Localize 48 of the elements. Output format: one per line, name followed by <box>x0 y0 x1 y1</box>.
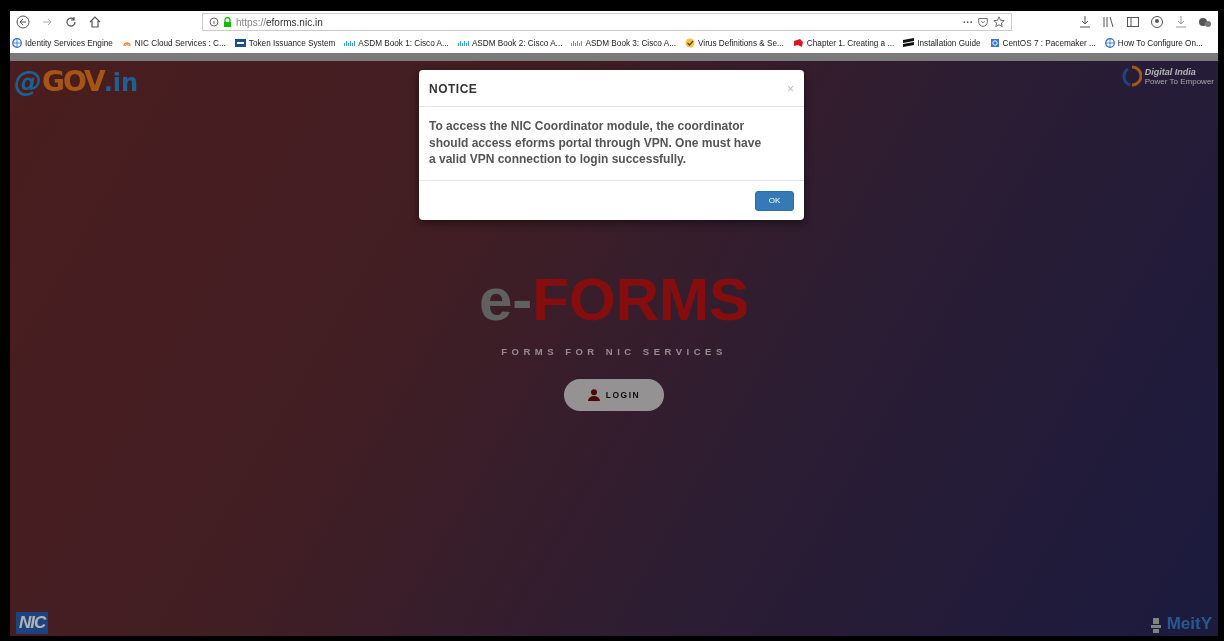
globe-icon <box>1104 38 1115 48</box>
extension-icon[interactable] <box>1198 15 1212 29</box>
bookmark-item[interactable]: Chapter 1. Creating a ... <box>792 38 895 48</box>
bookmark-item[interactable]: Identity Services Engine <box>12 38 113 48</box>
bookmark-item[interactable]: ASDM Book 1: Cisco A... <box>344 38 449 48</box>
reload-icon[interactable] <box>64 15 78 29</box>
digital-india-tagline: Power To Empower <box>1144 76 1214 86</box>
card-icon <box>234 38 246 48</box>
signal-bars-icon <box>571 38 583 48</box>
address-bar[interactable]: https://eforms.nic.in ··· <box>202 13 1012 31</box>
library-icon[interactable] <box>1102 15 1116 29</box>
stack-icon <box>903 38 915 48</box>
bookmark-item[interactable]: NIC Cloud Services : C... <box>121 38 226 48</box>
bookmark-item[interactable]: Token Issuance System <box>234 38 336 48</box>
digital-india-logo-icon <box>1121 65 1142 87</box>
pocket-icon[interactable] <box>977 16 989 28</box>
notice-message: To access the NIC Coordinator module, the coordinator should access eforms portal through VPN. One must have a valid VPN connection to login successfully. <box>419 107 804 181</box>
padlock-icon <box>223 17 232 27</box>
check-icon <box>685 38 695 48</box>
bookmark-item[interactable]: ASDM Book 2: Cisco A... <box>457 38 563 48</box>
subtitle: FORMS FOR NIC SERVICES <box>501 346 727 357</box>
signal-bars-icon <box>457 38 469 48</box>
back-icon[interactable] <box>16 15 30 29</box>
globe-icon <box>12 38 22 48</box>
document-icon <box>989 38 1000 48</box>
dialog-title: NOTICE <box>429 82 478 96</box>
nic-logo: NIC <box>16 612 49 634</box>
star-icon[interactable] <box>993 16 1005 28</box>
eforms-title: e-FORMS <box>479 270 749 330</box>
login-button[interactable]: LOGIN <box>564 379 664 411</box>
account-icon[interactable] <box>1150 15 1164 29</box>
bookmark-item[interactable]: CentOS 7 : Pacemaker ... <box>989 38 1096 48</box>
meity-logo: MeitY <box>1166 614 1212 634</box>
site-logo: @GOV.in <box>14 65 139 98</box>
sidebar-icon[interactable] <box>1126 15 1140 29</box>
bookmark-item[interactable]: Virus Definitions & Se... <box>685 38 784 48</box>
menu-dots[interactable]: ··· <box>963 16 973 28</box>
digital-india-text: Digital India <box>1144 66 1197 77</box>
user-icon <box>587 389 600 401</box>
ok-button[interactable]: OK <box>755 190 794 211</box>
info-icon <box>209 17 219 27</box>
url-text: https://eforms.nic.in <box>236 16 323 28</box>
bookmark-item[interactable]: Installation Guide <box>903 38 981 48</box>
signal-bars-icon <box>344 38 356 48</box>
bookmark-item[interactable]: How To Configure On... <box>1104 38 1203 48</box>
home-icon[interactable] <box>88 15 102 29</box>
download-icon[interactable] <box>1078 15 1092 29</box>
bookmark-item[interactable]: ASDM Book 3: Cisco A... <box>571 38 676 48</box>
